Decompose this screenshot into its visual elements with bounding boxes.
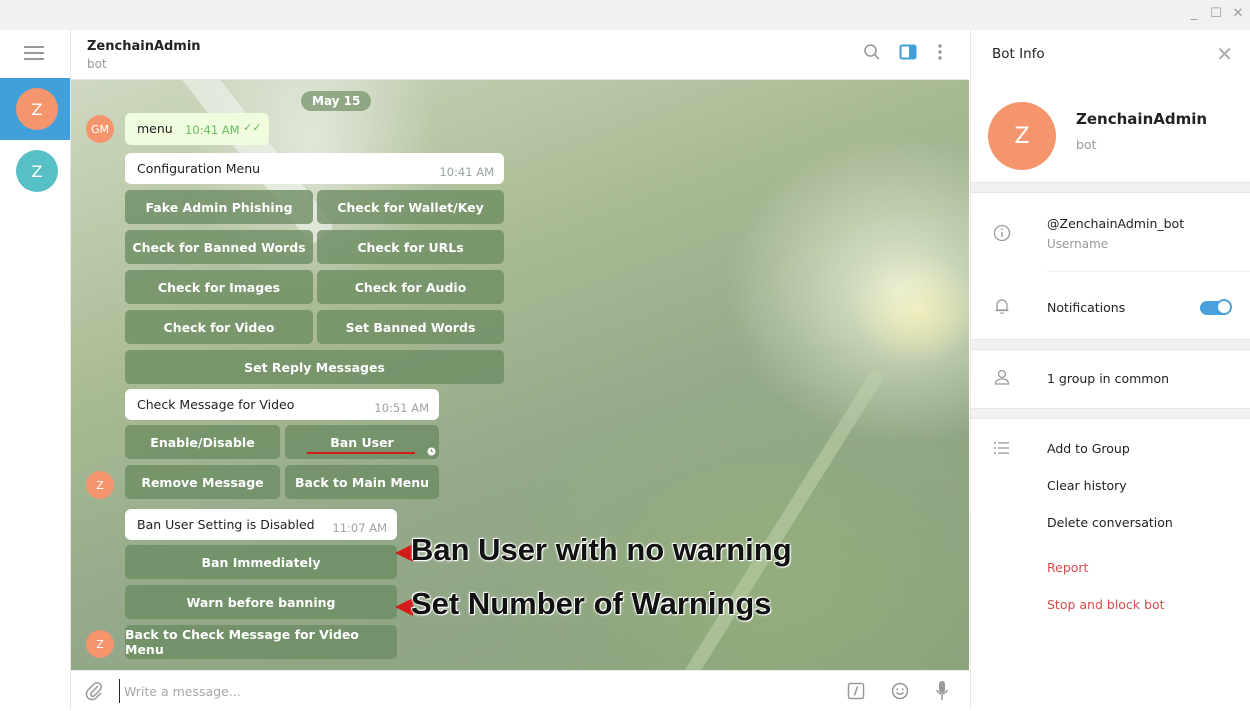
- more-options-icon[interactable]: [937, 43, 943, 61]
- bot-username[interactable]: @ZenchainAdmin_bot: [1047, 216, 1184, 231]
- groups-in-common[interactable]: 1 group in common: [1047, 371, 1169, 386]
- user-icon: [994, 369, 1010, 385]
- user-avatar[interactable]: GM: [86, 115, 114, 143]
- chat-title[interactable]: ZenchainAdmin: [87, 39, 201, 54]
- back-to-video-menu-button[interactable]: Back to Check Message for Video Menu: [125, 625, 397, 659]
- bot-info-panel: Bot Info ✕ Z ZenchainAdmin bot @Zenchain…: [970, 30, 1250, 710]
- sidebar-toggle-icon[interactable]: [899, 43, 917, 61]
- message-text: menu: [137, 121, 173, 136]
- chat-list-item-second[interactable]: Z: [0, 140, 70, 202]
- bot-message-video: Check Message for Video 10:51 AM: [125, 389, 439, 420]
- bot-avatar[interactable]: Z: [86, 471, 114, 499]
- bot-message-ban-setting: Ban User Setting is Disabled 11:07 AM: [125, 509, 397, 540]
- check-images-button[interactable]: Check for Images: [125, 270, 313, 304]
- username-label: Username: [1047, 237, 1109, 251]
- section-divider: [971, 339, 1250, 350]
- chat-list-column: Z Z: [0, 30, 71, 710]
- clock-icon: [427, 447, 436, 456]
- bot-avatar[interactable]: Z: [86, 630, 114, 658]
- outgoing-message: menu 10:41 AM ✓✓: [125, 113, 269, 145]
- bell-icon: [995, 299, 1009, 315]
- divider-line: [1047, 271, 1250, 272]
- check-urls-button[interactable]: Check for URLs: [317, 230, 504, 264]
- underline-highlight: [307, 452, 415, 454]
- button-label: Ban User: [330, 434, 394, 450]
- ban-user-button[interactable]: Ban User: [285, 425, 439, 459]
- microphone-icon[interactable]: [935, 680, 949, 702]
- ban-immediately-button[interactable]: Ban Immediately: [125, 545, 397, 579]
- bot-message-configuration: Configuration Menu 10:41 AM: [125, 153, 504, 184]
- list-icon: [994, 442, 1009, 454]
- info-icon: [993, 224, 1011, 242]
- maximize-button[interactable]: ☐: [1208, 6, 1224, 21]
- enable-disable-button[interactable]: Enable/Disable: [125, 425, 280, 459]
- minimize-button[interactable]: _: [1186, 6, 1202, 21]
- search-icon[interactable]: [863, 43, 881, 61]
- chat-avatar: Z: [16, 88, 58, 130]
- delete-conversation-action[interactable]: Delete conversation: [1047, 515, 1173, 530]
- chat-avatar: Z: [16, 150, 58, 192]
- bot-profile-avatar[interactable]: Z: [988, 102, 1056, 170]
- message-time: 10:51 AM: [374, 401, 429, 415]
- close-panel-icon[interactable]: ✕: [1216, 42, 1233, 66]
- emoji-icon[interactable]: [891, 682, 909, 700]
- section-divider: [971, 182, 1250, 193]
- bot-commands-icon[interactable]: [847, 682, 865, 700]
- annotation-set-warnings: Set Number of Warnings: [411, 586, 772, 621]
- annotation-ban-no-warning: Ban User with no warning: [411, 532, 792, 567]
- stop-and-block-action[interactable]: Stop and block bot: [1047, 597, 1165, 612]
- window-titlebar: _ ☐ ✕: [0, 0, 1250, 30]
- hamburger-menu-icon[interactable]: [24, 46, 44, 60]
- attach-icon[interactable]: [85, 681, 103, 701]
- bot-profile-name: ZenchainAdmin: [1076, 110, 1208, 128]
- close-window-button[interactable]: ✕: [1230, 6, 1246, 21]
- message-input[interactable]: [119, 679, 826, 703]
- chat-subtitle: bot: [87, 57, 107, 71]
- set-reply-messages-button[interactable]: Set Reply Messages: [125, 350, 504, 384]
- message-text: Configuration Menu: [137, 161, 261, 176]
- back-to-main-menu-button[interactable]: Back to Main Menu: [285, 465, 439, 499]
- message-text: Check Message for Video: [137, 397, 295, 412]
- chat-header: ZenchainAdmin bot: [71, 30, 969, 80]
- check-video-button[interactable]: Check for Video: [125, 310, 313, 344]
- fake-admin-phishing-button[interactable]: Fake Admin Phishing: [125, 190, 313, 224]
- compose-bar: [71, 670, 969, 711]
- clear-history-action[interactable]: Clear history: [1047, 478, 1127, 493]
- report-action[interactable]: Report: [1047, 560, 1088, 575]
- chat-messages-area[interactable]: May 15 GM menu 10:41 AM ✓✓ Configuration…: [71, 80, 969, 670]
- bot-profile-status: bot: [1076, 137, 1097, 152]
- notifications-label: Notifications: [1047, 300, 1126, 315]
- warn-before-banning-button[interactable]: Warn before banning: [125, 585, 397, 619]
- message-text: Ban User Setting is Disabled: [137, 517, 315, 532]
- section-divider: [971, 408, 1250, 419]
- remove-message-button[interactable]: Remove Message: [125, 465, 280, 499]
- check-wallet-key-button[interactable]: Check for Wallet/Key: [317, 190, 504, 224]
- message-time: 10:41 AM: [439, 165, 494, 179]
- wallpaper-decoration: [650, 368, 886, 670]
- check-banned-words-button[interactable]: Check for Banned Words: [125, 230, 313, 264]
- read-check-icon: ✓✓: [243, 121, 262, 134]
- message-time: 11:07 AM: [332, 521, 387, 535]
- check-audio-button[interactable]: Check for Audio: [317, 270, 504, 304]
- set-banned-words-button[interactable]: Set Banned Words: [317, 310, 504, 344]
- chat-list-item-zenchainadmin[interactable]: Z: [0, 78, 70, 140]
- panel-title: Bot Info: [992, 46, 1045, 62]
- date-separator: May 15: [301, 91, 372, 111]
- notifications-toggle[interactable]: [1200, 299, 1232, 315]
- add-to-group-action[interactable]: Add to Group: [1047, 441, 1130, 456]
- message-time: 10:41 AM: [185, 123, 240, 137]
